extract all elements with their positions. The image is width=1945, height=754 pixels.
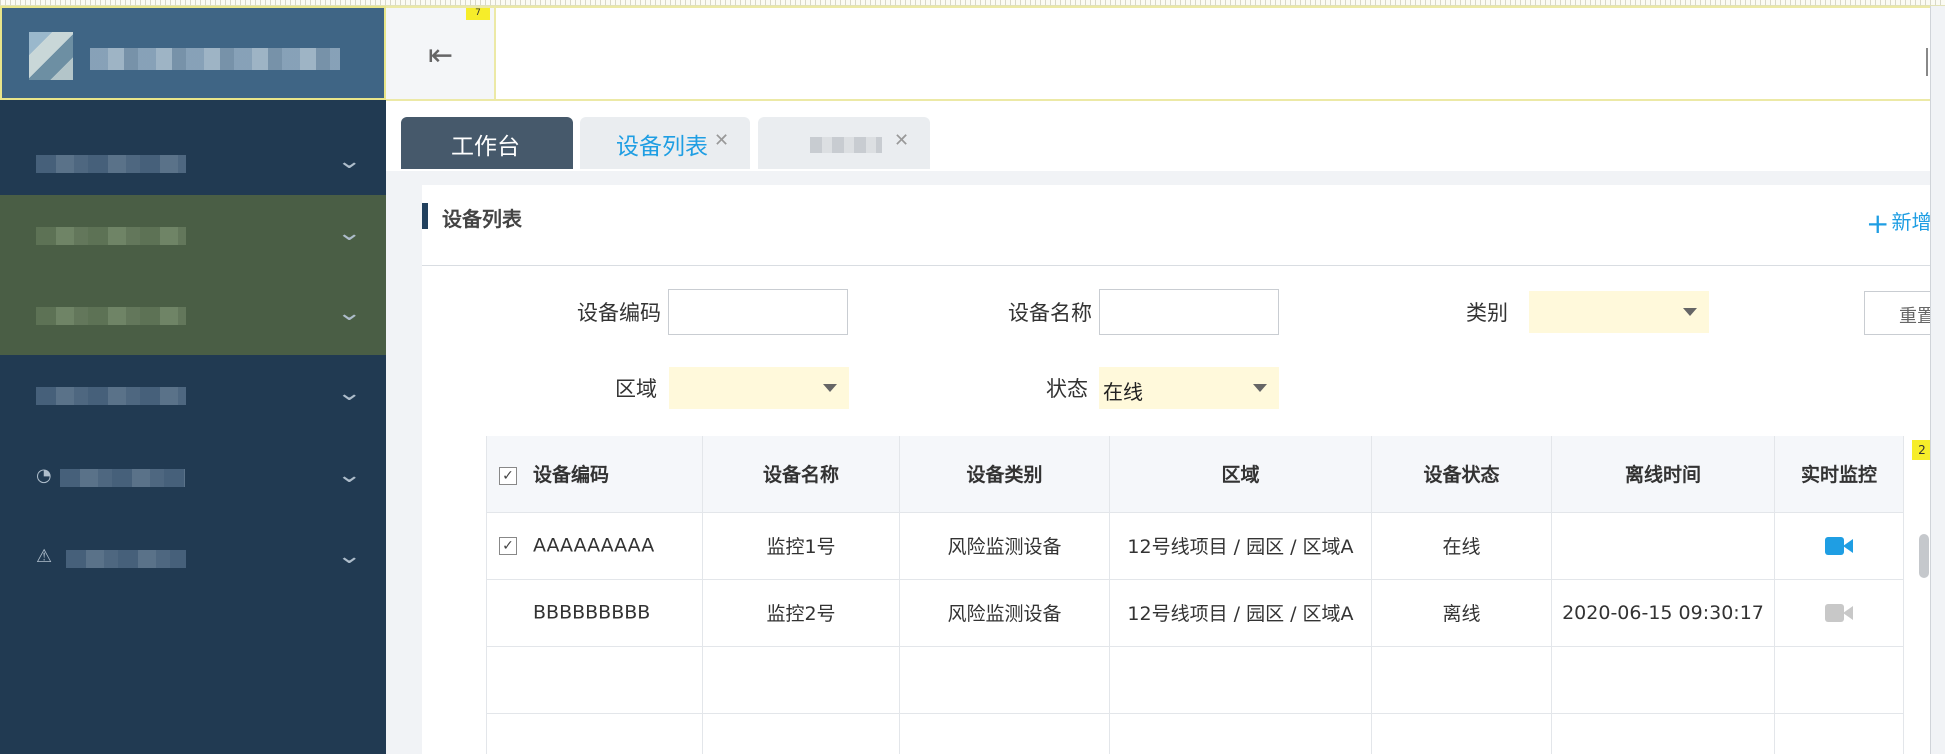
sidebar-item-4[interactable]: ⌄ xyxy=(0,355,386,435)
status-label: 状态 xyxy=(1046,377,1088,401)
caret-down-icon xyxy=(1683,308,1697,316)
column-header-status: 设备状态 xyxy=(1371,436,1552,513)
cell-monitor xyxy=(1774,512,1904,580)
video-camera-icon[interactable] xyxy=(1825,603,1853,623)
cell-offline-time: 2020-06-15 09:30:17 xyxy=(1551,579,1775,647)
column-header-monitor: 实时监控 xyxy=(1774,436,1904,513)
area-select[interactable] xyxy=(669,367,849,409)
add-button[interactable]: + 新增 xyxy=(1866,203,1932,240)
tab-label-blurred xyxy=(810,137,882,153)
top-header: ⇤ 7 xyxy=(386,6,1945,101)
column-header-code[interactable]: ✓ 设备编码 xyxy=(486,436,703,513)
add-button-label: 新增 xyxy=(1891,210,1932,234)
logo-bar xyxy=(0,6,386,100)
device-code-label: 设备编码 xyxy=(577,301,661,325)
chevron-down-icon: ⌄ xyxy=(336,463,363,488)
device-table-wrap: 2 ✓ 设备编码 设备名称 设备类别 区域 设备状态 离线时间 实时监控 ✓ A… xyxy=(486,436,1945,754)
sidebar-item-label-blurred xyxy=(36,155,186,173)
cell-offline-time xyxy=(1551,512,1775,580)
sidebar-item-label-blurred xyxy=(66,550,186,568)
tab-third[interactable]: ✕ xyxy=(758,117,930,169)
menu-toggle-button[interactable]: ⇤ xyxy=(386,8,496,99)
device-name-input[interactable] xyxy=(1099,289,1279,335)
cell-status: 在线 xyxy=(1371,512,1552,580)
device-list-card: 设备列表 + 新增 设备编码 设备名称 类别 重置 区域 状态 在线 2 ✓ 设… xyxy=(422,185,1945,754)
cell-category: 风险监测设备 xyxy=(899,512,1110,580)
sidebar-item-6[interactable]: ⚠ ⌄ xyxy=(0,518,386,598)
column-header-offline-time: 离线时间 xyxy=(1551,436,1775,513)
column-header-category: 设备类别 xyxy=(899,436,1110,513)
main-content: 设备列表 + 新增 设备编码 设备名称 类别 重置 区域 状态 在线 2 ✓ 设… xyxy=(386,171,1945,754)
area-label: 区域 xyxy=(615,377,657,401)
tabs-bar: 工作台 设备列表 ✕ ✕ xyxy=(386,101,1945,171)
sidebar-item-5[interactable]: ◔ ⌄ xyxy=(0,437,386,517)
circle-icon: ◔ xyxy=(36,465,52,486)
table-row-empty xyxy=(486,713,1904,754)
table-header-row: ✓ 设备编码 设备名称 设备类别 区域 设备状态 离线时间 实时监控 xyxy=(486,436,1904,513)
sidebar-item-label-blurred xyxy=(36,307,186,325)
table-row-empty xyxy=(486,646,1904,714)
table-row[interactable]: ✓ AAAAAAAAA 监控1号 风险监测设备 12号线项目 / 园区 / 区域A… xyxy=(486,512,1904,580)
plus-icon: + xyxy=(1866,207,1890,240)
cell-monitor xyxy=(1774,579,1904,647)
debug-tag: 7 xyxy=(466,8,490,20)
tab-workbench[interactable]: 工作台 xyxy=(401,117,573,169)
sidebar-item-label-blurred xyxy=(60,469,185,487)
page-title: 设备列表 xyxy=(442,207,522,231)
tab-label: 工作台 xyxy=(451,134,520,160)
category-label: 类别 xyxy=(1466,301,1508,325)
device-name-label: 设备名称 xyxy=(1008,301,1092,325)
cell-area: 12号线项目 / 园区 / 区域A xyxy=(1109,512,1372,580)
warning-icon: ⚠ xyxy=(36,546,53,567)
cell-code: ✓ AAAAAAAAA xyxy=(486,512,703,580)
close-icon[interactable]: ✕ xyxy=(714,130,729,151)
title-accent-bar xyxy=(422,203,428,229)
tab-label: 设备列表 xyxy=(616,134,708,160)
top-ruler xyxy=(0,0,1945,6)
chevron-down-icon: ⌄ xyxy=(336,149,363,174)
status-select[interactable]: 在线 xyxy=(1099,367,1279,409)
sidebar-item-2[interactable]: ⌄ xyxy=(0,195,386,275)
select-all-checkbox[interactable]: ✓ xyxy=(499,466,517,485)
system-name-blurred xyxy=(90,48,340,70)
video-camera-icon[interactable] xyxy=(1825,536,1853,556)
sidebar-item-1[interactable]: ⌄ xyxy=(0,123,386,203)
sidebar-item-3[interactable]: ⌄ xyxy=(0,275,386,355)
cell-name: 监控1号 xyxy=(702,512,900,580)
sidebar-item-label-blurred xyxy=(36,227,186,245)
status-select-value: 在线 xyxy=(1103,380,1143,404)
category-select[interactable] xyxy=(1529,291,1709,333)
right-edge-panel xyxy=(1930,0,1945,754)
sidebar: ⌄ ⌄ ⌄ ⌄ ◔ ⌄ ⚠ ⌄ xyxy=(0,0,386,754)
cell-status: 离线 xyxy=(1371,579,1552,647)
tab-device-list[interactable]: 设备列表 ✕ xyxy=(580,117,750,169)
menu-fold-icon: ⇤ xyxy=(428,38,454,73)
column-header-area: 区域 xyxy=(1109,436,1372,513)
chevron-down-icon: ⌄ xyxy=(336,221,363,246)
column-header-name: 设备名称 xyxy=(702,436,900,513)
chevron-down-icon: ⌄ xyxy=(336,301,363,326)
device-code-input[interactable] xyxy=(668,289,848,335)
close-icon[interactable]: ✕ xyxy=(894,130,909,151)
table-row[interactable]: BBBBBBBBB 监控2号 风险监测设备 12号线项目 / 园区 / 区域A … xyxy=(486,579,1904,647)
cell-code: BBBBBBBBB xyxy=(486,579,703,647)
chevron-down-icon: ⌄ xyxy=(336,381,363,406)
cell-name: 监控2号 xyxy=(702,579,900,647)
caret-down-icon xyxy=(823,384,837,392)
count-badge: 2 xyxy=(1912,440,1932,460)
logo-image xyxy=(29,32,73,80)
table-scrollbar-thumb[interactable] xyxy=(1919,534,1929,578)
cell-area: 12号线项目 / 园区 / 区域A xyxy=(1109,579,1372,647)
cell-category: 风险监测设备 xyxy=(899,579,1110,647)
chevron-down-icon: ⌄ xyxy=(336,544,363,569)
row-checkbox[interactable]: ✓ xyxy=(499,536,517,555)
divider xyxy=(422,265,1945,266)
device-table: ✓ 设备编码 设备名称 设备类别 区域 设备状态 离线时间 实时监控 ✓ AAAAA… xyxy=(486,436,1904,754)
sidebar-item-label-blurred xyxy=(36,387,186,405)
caret-down-icon xyxy=(1253,384,1267,392)
